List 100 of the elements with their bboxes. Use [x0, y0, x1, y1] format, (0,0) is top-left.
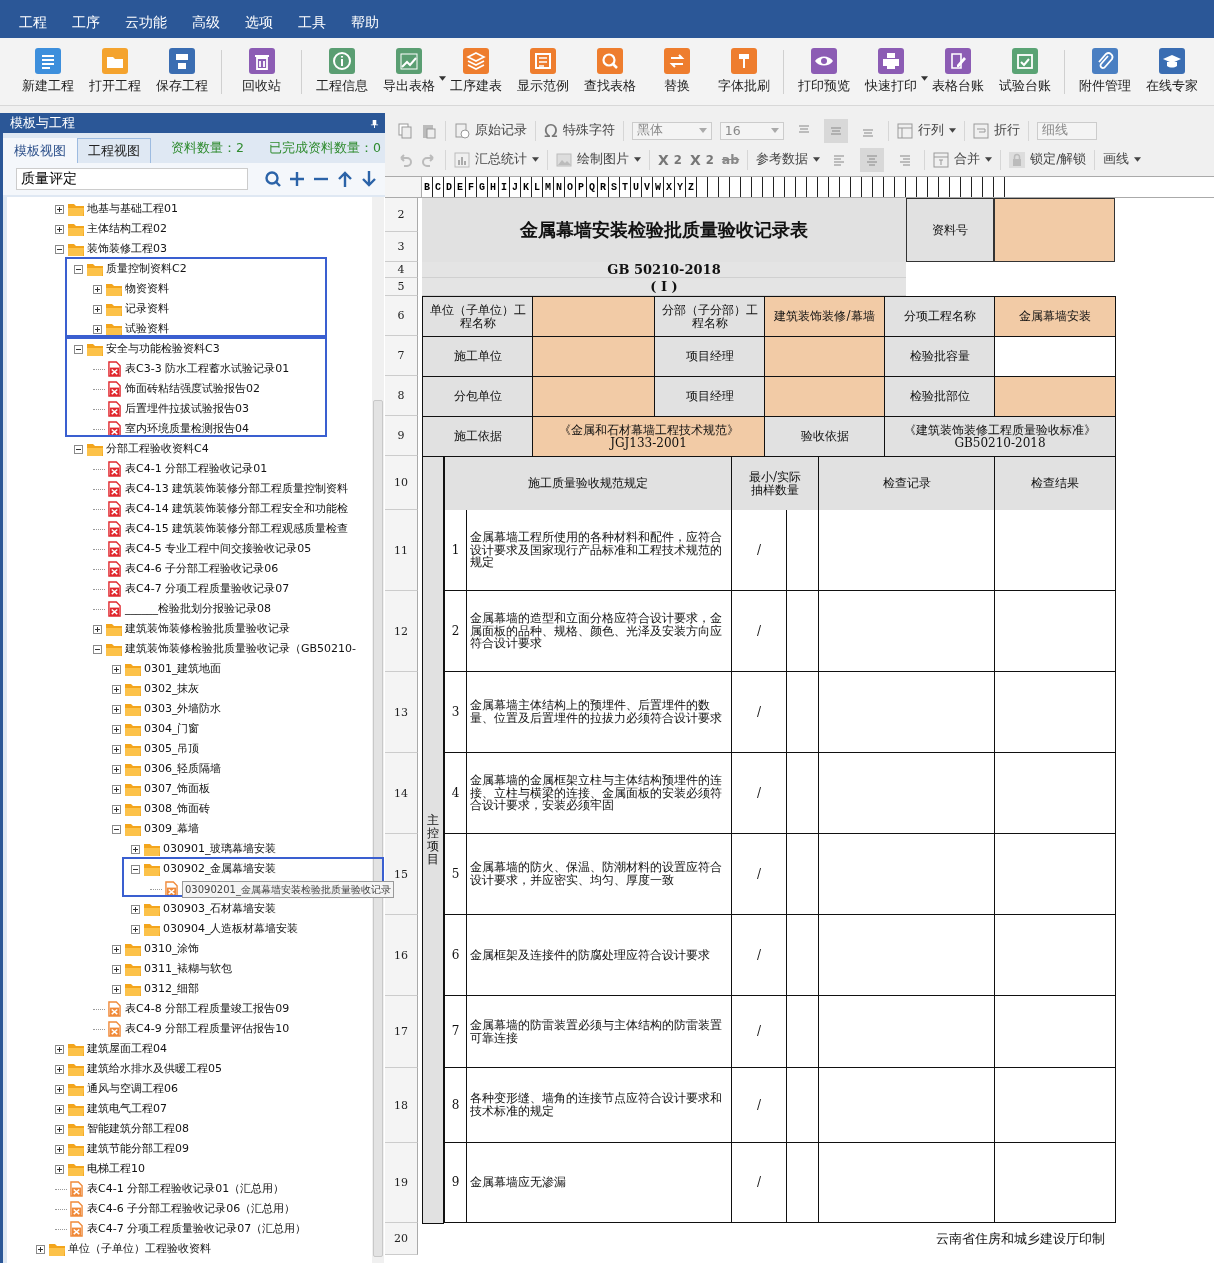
- input-cell[interactable]: [764, 336, 885, 377]
- column-header[interactable]: R: [598, 177, 609, 197]
- input-cell[interactable]: [532, 336, 655, 377]
- menu-item[interactable]: 帮助: [351, 14, 379, 32]
- expand-icon[interactable]: [36, 1244, 45, 1254]
- tree-item[interactable]: 试验资料: [125, 321, 169, 337]
- expand-icon[interactable]: [112, 724, 121, 734]
- row-header[interactable]: 20: [385, 1223, 418, 1255]
- expand-icon[interactable]: [55, 1064, 64, 1074]
- toolbar-button[interactable]: 附件管理: [1071, 48, 1138, 95]
- tree-item[interactable]: 分部工程验收资料C4: [106, 441, 209, 457]
- tree-item[interactable]: 030904_人造板材幕墙安装: [163, 921, 299, 937]
- tree-item[interactable]: 030903_石材幕墙安装: [163, 901, 277, 917]
- collapse-icon[interactable]: [55, 244, 64, 254]
- tree-item[interactable]: 表C4-9 分部工程质量评估报告10: [125, 1021, 290, 1037]
- toolbar-button[interactable]: 查找表格: [576, 48, 643, 95]
- rows-columns-button[interactable]: 行列: [896, 122, 956, 139]
- expand-icon[interactable]: [112, 764, 121, 774]
- column-header[interactable]: E: [455, 177, 466, 197]
- tree-item[interactable]: 表C4-6 子分部工程验收记录06（汇总用）: [87, 1201, 296, 1217]
- column-header[interactable]: C: [433, 177, 444, 197]
- draw-image-button[interactable]: 绘制图片: [556, 151, 641, 168]
- column-header[interactable]: H: [488, 177, 499, 197]
- tree-item[interactable]: 表C4-13 建筑装饰装修分部工程质量控制资料: [125, 481, 349, 497]
- row-header[interactable]: 3: [385, 232, 418, 262]
- row-header[interactable]: 18: [385, 1068, 418, 1143]
- column-header[interactable]: Z: [686, 177, 697, 197]
- input-cell[interactable]: [994, 376, 1116, 417]
- column-header[interactable]: K: [521, 177, 532, 197]
- merge-button[interactable]: 合并: [933, 151, 993, 168]
- tree-item[interactable]: 表C3-3 防水工程蓄水试验记录01: [125, 361, 290, 377]
- tree-item[interactable]: 0306_轻质隔墙: [144, 761, 222, 777]
- tree-item[interactable]: 表C4-6 子分部工程验收记录06: [125, 561, 279, 577]
- column-header[interactable]: U: [631, 177, 642, 197]
- tree-item[interactable]: 030901_玻璃幕墙安装: [163, 841, 277, 857]
- row-header[interactable]: 14: [385, 753, 418, 834]
- tree-item[interactable]: 030902_金属幕墙安装: [163, 861, 277, 877]
- tree-item[interactable]: 表C4-15 建筑装饰装修分部工程观感质量检查: [125, 521, 349, 537]
- arrow-up-icon[interactable]: [336, 170, 354, 188]
- tree-item[interactable]: 安全与功能检验资料C3: [106, 341, 220, 357]
- tree-item[interactable]: 0302_抹灰: [144, 681, 200, 697]
- column-header[interactable]: O: [565, 177, 576, 197]
- menu-item[interactable]: 工具: [298, 14, 326, 32]
- toolbar-button[interactable]: 显示范例: [509, 48, 576, 95]
- column-header[interactable]: F: [466, 177, 477, 197]
- expand-icon[interactable]: [55, 224, 64, 234]
- menu-item[interactable]: 高级: [192, 14, 220, 32]
- row-header[interactable]: 13: [385, 672, 418, 753]
- expand-icon[interactable]: [93, 304, 102, 314]
- toolbar-button[interactable]: 快速打印: [857, 48, 924, 95]
- row-header[interactable]: 11: [385, 510, 418, 591]
- input-cell[interactable]: [532, 376, 655, 417]
- toolbar-button[interactable]: 替换: [643, 48, 710, 95]
- tree-item[interactable]: 电梯工程10: [87, 1161, 145, 1177]
- row-header[interactable]: 8: [385, 376, 418, 416]
- expand-icon[interactable]: [112, 684, 121, 694]
- column-header[interactable]: J: [510, 177, 521, 197]
- column-header[interactable]: G: [477, 177, 488, 197]
- column-header[interactable]: V: [642, 177, 653, 197]
- tree-item[interactable]: 表C4-14 建筑装饰装修分部工程安全和功能检: [125, 501, 349, 517]
- column-header[interactable]: D: [444, 177, 455, 197]
- toolbar-button[interactable]: 回收站: [228, 48, 295, 95]
- column-header[interactable]: M: [543, 177, 554, 197]
- tree-item[interactable]: 表C4-8 分部工程质量竣工报告09: [125, 1001, 290, 1017]
- expand-icon[interactable]: [55, 1124, 64, 1134]
- row-header[interactable]: 7: [385, 336, 418, 376]
- input-cell[interactable]: [532, 296, 655, 337]
- column-header[interactable]: Q: [587, 177, 598, 197]
- row-header[interactable]: 19: [385, 1143, 418, 1223]
- tree-item[interactable]: 地基与基础工程01: [87, 201, 178, 217]
- expand-icon[interactable]: [93, 284, 102, 294]
- expand-icon[interactable]: [55, 1104, 64, 1114]
- pin-icon[interactable]: [370, 118, 379, 128]
- collapse-icon[interactable]: [112, 824, 121, 834]
- reference-data-button[interactable]: 参考数据: [756, 151, 821, 168]
- expand-icon[interactable]: [131, 904, 140, 914]
- toolbar-button[interactable]: 表格台账: [924, 48, 991, 95]
- tree-item[interactable]: 表C4-7 分项工程质量验收记录07: [125, 581, 290, 597]
- column-header[interactable]: S: [609, 177, 620, 197]
- collapse-icon[interactable]: [74, 344, 83, 354]
- row-header[interactable]: 4: [385, 262, 418, 278]
- tree-item[interactable]: 单位（子单位）工程验收资料: [68, 1241, 211, 1257]
- expand-icon[interactable]: [112, 784, 121, 794]
- tree-item[interactable]: 表C4-1 分部工程验收记录01（汇总用）: [87, 1181, 285, 1197]
- input-cell[interactable]: 建筑装饰装修/幕墙: [764, 296, 885, 337]
- expand-icon[interactable]: [112, 664, 121, 674]
- expand-icon[interactable]: [131, 924, 140, 934]
- toolbar-button[interactable]: 字体批刷: [710, 48, 777, 95]
- menu-item[interactable]: 选项: [245, 14, 273, 32]
- expand-icon[interactable]: [112, 944, 121, 954]
- expand-icon[interactable]: [55, 1044, 64, 1054]
- toolbar-button[interactable]: 保存工程: [148, 48, 215, 95]
- row-header[interactable]: 6: [385, 296, 418, 336]
- tree-item[interactable]: 通风与空调工程06: [87, 1081, 178, 1097]
- menu-item[interactable]: 工程: [19, 14, 47, 32]
- toolbar-button[interactable]: 工程信息: [308, 48, 375, 95]
- plus-icon[interactable]: [288, 170, 306, 188]
- tree-item[interactable]: 0309_幕墙: [144, 821, 200, 837]
- input-cell[interactable]: 《金属和石材幕墙工程技术规范》 JGJ133-2001: [532, 416, 765, 457]
- tree-item[interactable]: 0308_饰面砖: [144, 801, 211, 817]
